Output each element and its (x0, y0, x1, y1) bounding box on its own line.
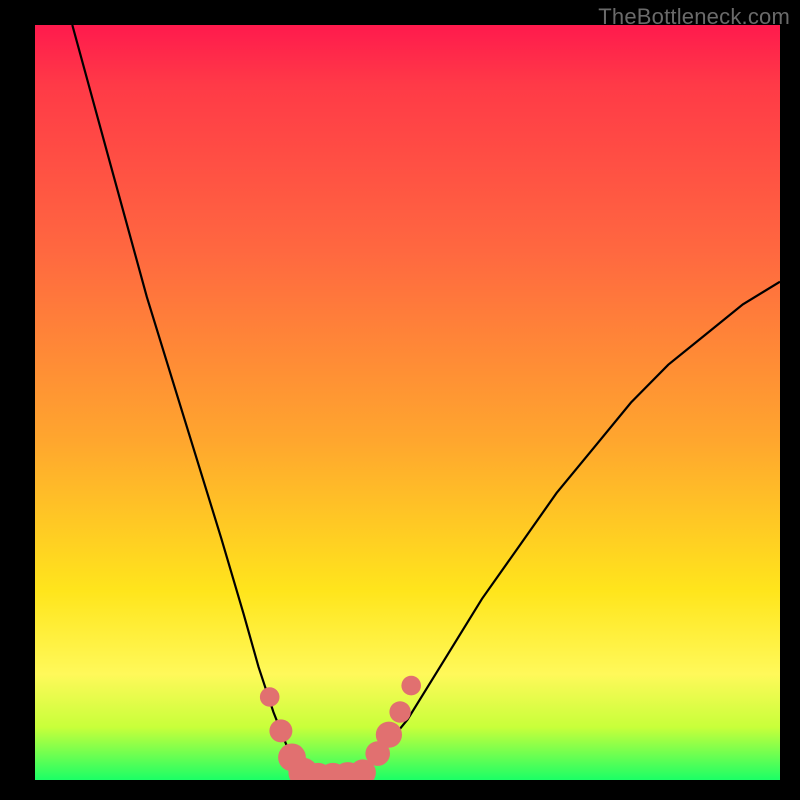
curve-marker (269, 719, 292, 742)
curve-marker (260, 687, 280, 707)
curve-markers (260, 676, 421, 780)
watermark-text: TheBottleneck.com (598, 4, 790, 30)
curve-marker (401, 676, 421, 696)
curve-marker (389, 701, 410, 722)
chart-frame: TheBottleneck.com (0, 0, 800, 800)
curve-marker (376, 722, 402, 748)
bottleneck-curve-path (72, 25, 780, 780)
curve-svg (35, 25, 780, 780)
plot-area (35, 25, 780, 780)
